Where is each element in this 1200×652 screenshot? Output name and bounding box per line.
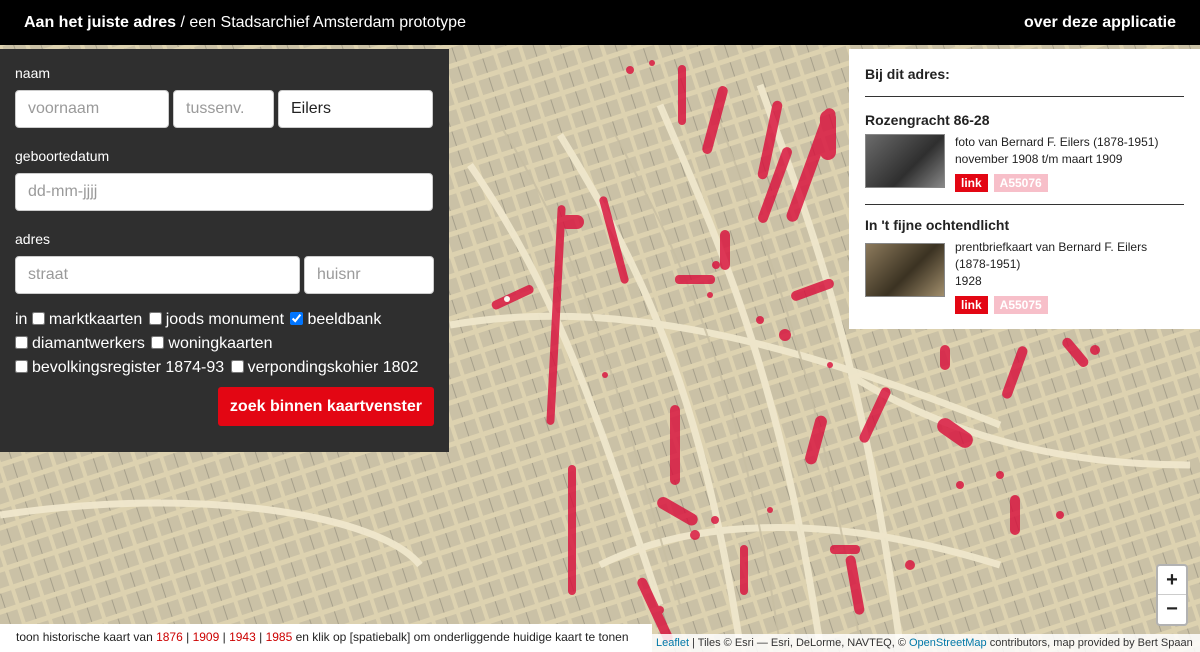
source-verpondingskohier[interactable]: verpondingskohier 1802 (230, 359, 419, 376)
app-name: Aan het juiste adres (24, 13, 177, 31)
diamantwerkers-label: diamantwerkers (32, 335, 145, 352)
photo-thumbnail[interactable] (865, 134, 945, 188)
woningkaarten-label: woningkaarten (168, 335, 273, 352)
top-bar: Aan het juiste adres / een Stadsarchief … (0, 0, 1200, 45)
housenr-input[interactable] (304, 256, 434, 294)
result-id-badge: A55076 (993, 174, 1048, 192)
map-year-1985-link[interactable]: 1985 (266, 630, 293, 644)
bevolkingsregister-checkbox[interactable] (15, 360, 28, 373)
woningkaarten-checkbox[interactable] (151, 336, 165, 349)
result-title: In 't fijne ochtendlicht (865, 217, 1010, 233)
joods-monument-checkbox[interactable] (148, 312, 162, 325)
openstreetmap-link[interactable]: OpenStreetMap (909, 637, 987, 649)
zoom-out-button[interactable]: − (1158, 595, 1186, 624)
birthdate-input[interactable] (15, 173, 433, 211)
bevolkingsregister-label: bevolkingsregister 1874-93 (32, 359, 225, 376)
result-title: Rozengracht 86-28 (865, 112, 990, 128)
diamantwerkers-checkbox[interactable] (15, 336, 28, 349)
source-joods-monument[interactable]: joods monument (148, 311, 285, 328)
street-input[interactable] (15, 256, 300, 294)
result-date: 1928 (955, 274, 982, 288)
map-attribution: Leaflet | Tiles © Esri — Esri, DeLorme, … (652, 634, 1200, 652)
source-checkboxes: in marktkaarten joods monument beeldbank… (15, 308, 434, 380)
search-map-button[interactable]: zoek binnen kaartvenster (217, 387, 434, 426)
historic-map-selector: toon historische kaart van 1876 | 1909 |… (0, 624, 652, 652)
zoom-control: + − (1156, 564, 1188, 626)
first-name-input[interactable] (15, 90, 169, 128)
source-diamantwerkers[interactable]: diamantwerkers (15, 335, 145, 352)
map-year-1943-link[interactable]: 1943 (229, 630, 256, 644)
separator: | (182, 630, 193, 644)
result-description: foto van Bernard F. Eilers (1878-1951) (955, 135, 1159, 149)
results-panel: Bij dit adres: Rozengracht 86-28 foto va… (849, 49, 1200, 329)
separator: | (219, 630, 230, 644)
name-prefix-input[interactable] (173, 90, 274, 128)
postcard-thumbnail[interactable] (865, 243, 945, 297)
name-label: naam (15, 65, 51, 81)
address-row (15, 256, 434, 294)
marktkaarten-label: marktkaarten (48, 311, 143, 328)
birthdate-label: geboortedatum (15, 148, 110, 164)
zoom-in-button[interactable]: + (1158, 566, 1186, 595)
about-link[interactable]: over deze applicatie (1024, 14, 1176, 32)
attribution-credit: contributors, map provided by Bert Spaan (986, 637, 1193, 649)
marktkaarten-checkbox[interactable] (31, 312, 45, 325)
result-id-badge: A55075 (993, 296, 1048, 314)
map-year-1876-link[interactable]: 1876 (156, 630, 183, 644)
result-link-button[interactable]: link (955, 174, 988, 192)
leaflet-link[interactable]: Leaflet (656, 637, 689, 649)
verpondingskohier-label: verpondingskohier 1802 (247, 359, 419, 376)
map-year-1909-link[interactable]: 1909 (193, 630, 220, 644)
beeldbank-checkbox[interactable] (290, 312, 304, 325)
address-label: adres (15, 231, 51, 247)
source-bevolkingsregister[interactable]: bevolkingsregister 1874-93 (15, 359, 224, 376)
result-link-button[interactable]: link (955, 296, 988, 314)
source-woningkaarten[interactable]: woningkaarten (151, 335, 272, 352)
footer-prefix: toon historische kaart van (16, 630, 157, 644)
app-subtitle: / een Stadsarchief Amsterdam prototype (176, 13, 466, 31)
result-date: november 1908 t/m maart 1909 (955, 152, 1123, 166)
result-item: In 't fijne ochtendlicht prentbriefkaart… (865, 217, 1184, 326)
in-label: in (15, 311, 28, 328)
result-item: Rozengracht 86-28 foto van Bernard F. Ei… (865, 112, 1184, 205)
name-row (15, 90, 434, 128)
search-panel: naam geboortedatum adres in marktkaarten… (0, 49, 449, 452)
results-heading: Bij dit adres: (865, 66, 1184, 97)
result-description: prentbriefkaart van Bernard F. Eilers (1… (955, 240, 1148, 271)
attribution-text: | Tiles © Esri — Esri, DeLorme, NAVTEQ, … (689, 637, 909, 649)
separator: | (255, 630, 266, 644)
last-name-input[interactable] (278, 90, 433, 128)
verpondingskohier-checkbox[interactable] (230, 360, 244, 373)
app-title: Aan het juiste adres / een Stadsarchief … (24, 14, 466, 32)
footer-suffix: en klik op [spatiebalk] om onderliggende… (292, 630, 629, 644)
joods-monument-label: joods monument (165, 311, 285, 328)
source-marktkaarten[interactable]: marktkaarten (31, 311, 143, 328)
beeldbank-label: beeldbank (307, 311, 382, 328)
source-beeldbank[interactable]: beeldbank (290, 311, 381, 328)
birthdate-row (15, 173, 434, 211)
